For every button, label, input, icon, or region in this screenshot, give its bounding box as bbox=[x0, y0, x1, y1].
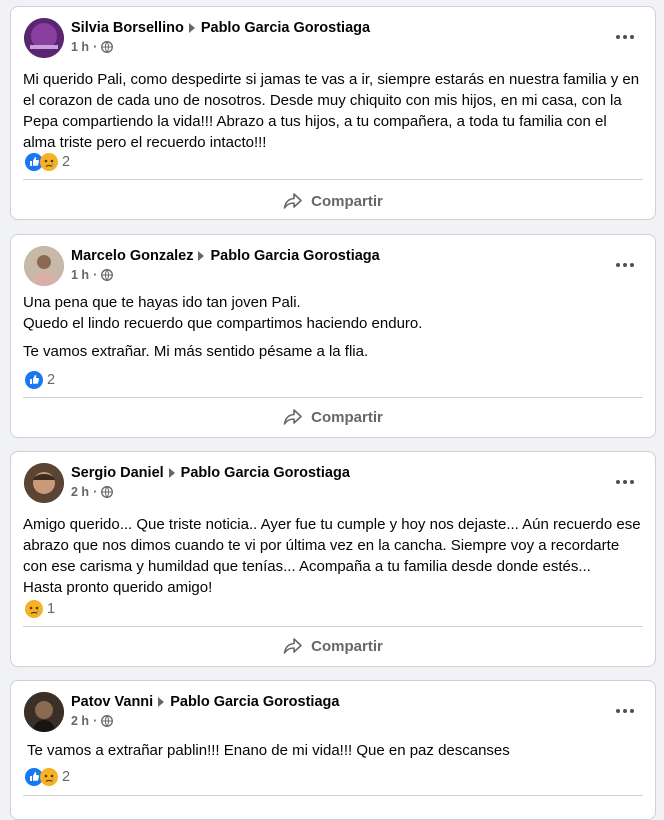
post-meta: 2 h · bbox=[71, 714, 114, 728]
post-header: Silvia Borsellino Pablo Garcia Gorostiaga bbox=[71, 20, 370, 36]
sad-reaction-icon bbox=[40, 768, 58, 786]
post-card: Sergio Daniel Pablo Garcia Gorostiaga 2 h… bbox=[10, 451, 656, 667]
paragraph: Mi querido Pali, como despedirte si jama… bbox=[23, 71, 640, 151]
more-options-icon[interactable] bbox=[609, 699, 641, 723]
post-text: Amigo querido... Que triste noticia.. Ay… bbox=[23, 514, 643, 598]
share-icon bbox=[283, 193, 302, 209]
avatar[interactable] bbox=[24, 18, 64, 58]
author-name[interactable]: Marcelo Gonzalez bbox=[71, 248, 193, 264]
reactions-summary[interactable]: 1 bbox=[25, 599, 55, 619]
paragraph: Te vamos a extrañar pablin!!! Enano de m… bbox=[27, 742, 510, 759]
reactions-summary[interactable]: 2 bbox=[25, 152, 70, 172]
globe-icon bbox=[101, 41, 114, 53]
paragraph: Quedo el lindo recuerdo que compartimos … bbox=[23, 315, 423, 332]
reactions-summary[interactable]: 2 bbox=[25, 767, 70, 787]
author-name[interactable]: Sergio Daniel bbox=[71, 465, 164, 481]
post-card: Marcelo Gonzalez Pablo Garcia Gorostiaga … bbox=[10, 234, 656, 438]
more-options-icon[interactable] bbox=[609, 253, 641, 277]
globe-icon bbox=[101, 269, 114, 281]
target-name[interactable]: Pablo Garcia Gorostiaga bbox=[170, 694, 339, 710]
share-icon bbox=[283, 409, 302, 425]
author-name[interactable]: Patov Vanni bbox=[71, 694, 153, 710]
target-name[interactable]: Pablo Garcia Gorostiaga bbox=[210, 248, 379, 264]
timestamp[interactable]: 1 h bbox=[71, 268, 89, 282]
avatar[interactable] bbox=[24, 463, 64, 503]
paragraph: Hasta pronto querido amigo! bbox=[23, 579, 213, 596]
author-name[interactable]: Silvia Borsellino bbox=[71, 20, 184, 36]
post-card: Patov Vanni Pablo Garcia Gorostiaga 2 h · … bbox=[10, 680, 656, 820]
post-text: Te vamos a extrañar pablin!!! Enano de m… bbox=[27, 740, 643, 761]
share-label: Compartir bbox=[311, 192, 383, 210]
post-meta: 2 h · bbox=[71, 485, 114, 499]
share-label: Compartir bbox=[311, 408, 383, 426]
avatar[interactable] bbox=[24, 692, 64, 732]
post-header: Sergio Daniel Pablo Garcia Gorostiaga bbox=[71, 465, 350, 481]
globe-icon bbox=[101, 715, 114, 727]
post-card: Silvia Borsellino Pablo Garcia Gorostiaga… bbox=[10, 6, 656, 220]
share-label: Compartir bbox=[311, 637, 383, 655]
post-header: Marcelo Gonzalez Pablo Garcia Gorostiaga bbox=[71, 248, 380, 264]
reactions-summary[interactable]: 2 bbox=[25, 370, 55, 390]
post-meta: 1 h · bbox=[71, 268, 114, 282]
share-button[interactable]: Compartir bbox=[11, 185, 655, 217]
target-name[interactable]: Pablo Garcia Gorostiaga bbox=[201, 20, 370, 36]
share-button[interactable]: Compartir bbox=[11, 401, 655, 433]
sad-reaction-icon bbox=[25, 600, 43, 618]
paragraph: Amigo querido... Que triste noticia.. Ay… bbox=[23, 516, 641, 575]
more-options-icon[interactable] bbox=[609, 25, 641, 49]
post-text: Una pena que te hayas ido tan joven Pali… bbox=[23, 292, 643, 362]
reaction-count: 2 bbox=[62, 769, 71, 785]
timestamp[interactable]: 1 h bbox=[71, 40, 89, 54]
arrow-right-icon bbox=[188, 23, 195, 34]
share-button[interactable]: Compartir bbox=[11, 630, 655, 662]
divider bbox=[23, 179, 643, 180]
globe-icon bbox=[101, 486, 114, 498]
reaction-count: 2 bbox=[47, 372, 56, 388]
paragraph: Una pena que te hayas ido tan joven Pali… bbox=[23, 294, 301, 311]
timestamp[interactable]: 2 h bbox=[71, 485, 89, 499]
reaction-count: 1 bbox=[47, 601, 56, 617]
timestamp[interactable]: 2 h bbox=[71, 714, 89, 728]
divider bbox=[23, 397, 643, 398]
arrow-right-icon bbox=[198, 251, 205, 262]
share-icon bbox=[283, 638, 302, 654]
reaction-count: 2 bbox=[62, 154, 71, 170]
divider bbox=[23, 795, 643, 796]
target-name[interactable]: Pablo Garcia Gorostiaga bbox=[181, 465, 350, 481]
divider bbox=[23, 626, 643, 627]
arrow-right-icon bbox=[168, 468, 175, 479]
arrow-right-icon bbox=[158, 697, 165, 708]
post-meta: 1 h · bbox=[71, 40, 114, 54]
post-header: Patov Vanni Pablo Garcia Gorostiaga bbox=[71, 694, 339, 710]
like-reaction-icon bbox=[25, 371, 43, 389]
sad-reaction-icon bbox=[40, 153, 58, 171]
avatar[interactable] bbox=[24, 246, 64, 286]
post-text: Mi querido Pali, como despedirte si jama… bbox=[23, 69, 643, 153]
more-options-icon[interactable] bbox=[609, 470, 641, 494]
paragraph: Te vamos extrañar. Mi más sentido pésame… bbox=[23, 343, 369, 360]
